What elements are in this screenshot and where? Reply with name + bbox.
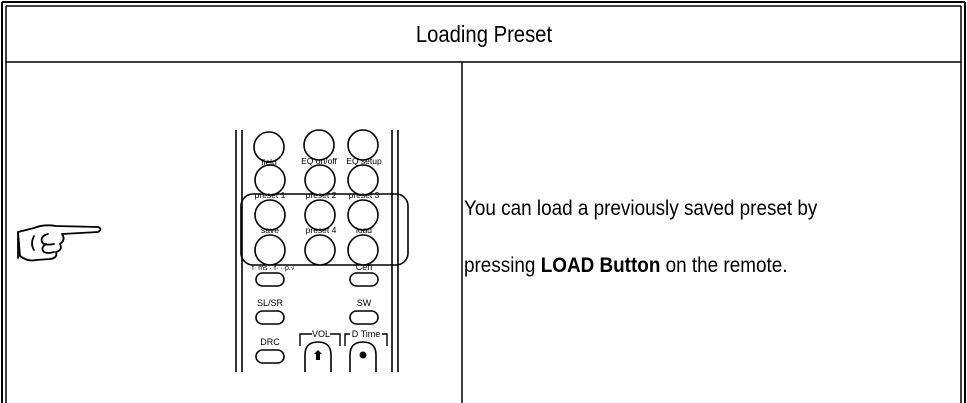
cen-label: Cen (356, 262, 373, 272)
eq-onoff-label: EQ on/off (301, 156, 337, 166)
description-suffix: on the remote. (660, 254, 788, 277)
pointing-hand-icon (17, 224, 102, 262)
sw-label: SW (357, 298, 372, 308)
table-title: Loading Preset (415, 20, 553, 47)
preset-1-label: preset 1 (255, 190, 286, 200)
eq-setup-label: EQ setup (346, 156, 382, 166)
dtime-dot-icon (359, 351, 367, 359)
small-symbol-labels: f· ms ··f· ··p.√ (252, 264, 295, 272)
cen-button[interactable] (349, 272, 379, 287)
description-line-1: You can load a previously saved preset b… (464, 197, 818, 220)
drc-button[interactable] (255, 349, 285, 364)
drc-label: DRC (260, 337, 280, 347)
preset-2-label: preset 2 (306, 190, 337, 200)
preset-4-label: preset 4 (306, 225, 337, 235)
load-label: load (356, 225, 372, 235)
remote-illustration: field EQ on/off EQ setup preset 1 preset… (17, 129, 409, 372)
field-label: field (261, 157, 277, 167)
sw-button[interactable] (349, 310, 379, 325)
description-line-2: pressing LOAD Button on the remote. (464, 237, 905, 294)
oval-button-1[interactable] (255, 272, 285, 287)
description-text: You can load a previously saved preset b… (464, 180, 954, 294)
vol-label: VOL (312, 329, 330, 339)
save-label: save (261, 225, 279, 235)
slsr-button[interactable] (255, 310, 285, 325)
description-prefix: pressing (464, 254, 541, 277)
dtime-label: D Time (352, 329, 381, 339)
slsr-label: SL/SR (257, 298, 284, 308)
load-button-emphasis: LOAD Button (540, 254, 661, 277)
preset-3-label: preset 3 (349, 190, 380, 200)
